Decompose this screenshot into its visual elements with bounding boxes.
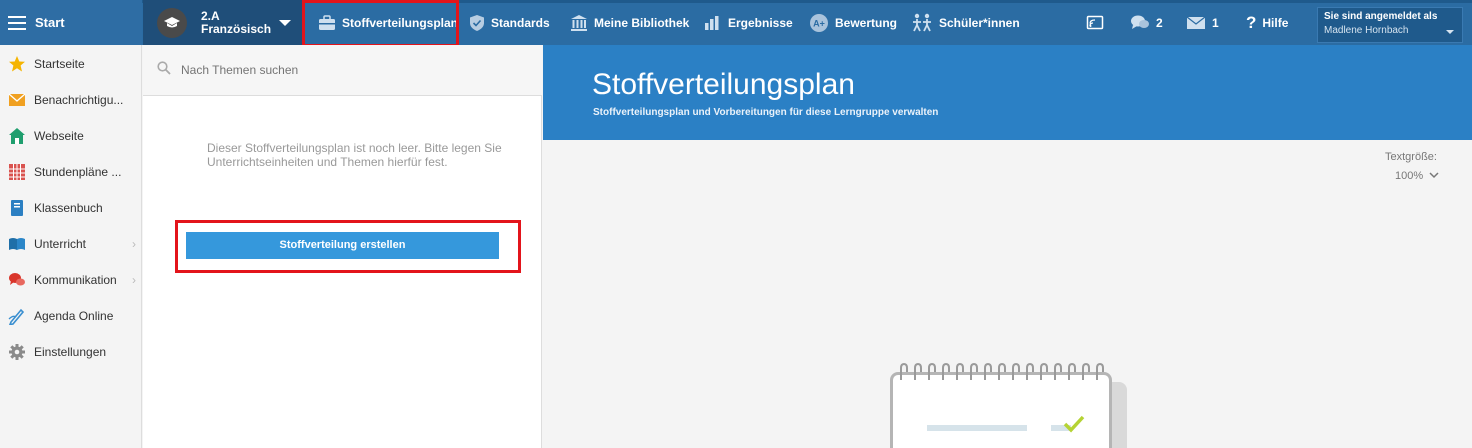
class-group-subject: Französisch bbox=[201, 21, 272, 36]
nav-schueler-innen[interactable]: Schüler*innen bbox=[911, 0, 1020, 45]
sidebar-item-klassenbuch[interactable]: Klassenbuch bbox=[0, 190, 142, 226]
sidebar-item-startseite[interactable]: Startseite bbox=[0, 46, 142, 82]
checkmark-icon bbox=[1063, 415, 1085, 433]
messages-count: 2 bbox=[1156, 15, 1163, 30]
nav-standards[interactable]: Standards bbox=[469, 0, 550, 45]
chevron-down-icon bbox=[279, 20, 291, 26]
nav-meine-bibliothek[interactable]: Meine Bibliothek bbox=[570, 0, 689, 45]
sidebar-item-label: Stundenpläne ... bbox=[34, 165, 122, 179]
pen-icon bbox=[8, 307, 26, 325]
start-label: Start bbox=[35, 15, 65, 30]
svg-text:A+: A+ bbox=[813, 18, 825, 28]
topic-search-bar bbox=[143, 45, 542, 96]
notepad-line bbox=[927, 425, 1027, 431]
hamburger-icon bbox=[8, 15, 26, 30]
sidebar-item-label: Agenda Online bbox=[34, 309, 114, 323]
sidebar: Startseite Benachrichtigu... Webseite St… bbox=[0, 45, 142, 448]
page-title: Stoffverteilungsplan bbox=[592, 68, 855, 101]
sidebar-item-label: Startseite bbox=[34, 57, 85, 71]
students-icon bbox=[911, 13, 933, 33]
home-icon bbox=[8, 127, 26, 145]
open-book-icon bbox=[8, 235, 26, 253]
nav-label: Meine Bibliothek bbox=[594, 15, 690, 30]
user-name: Madlene Hornbach bbox=[1324, 25, 1409, 36]
chevron-down-icon bbox=[1429, 170, 1439, 182]
library-icon bbox=[570, 14, 588, 32]
sidebar-item-label: Benachrichtigu... bbox=[34, 93, 124, 107]
sidebar-item-einstellungen[interactable]: Einstellungen bbox=[0, 334, 142, 370]
messages-button[interactable]: 2 bbox=[1130, 0, 1163, 45]
chevron-right-icon: › bbox=[132, 237, 136, 251]
nav-label: Ergebnisse bbox=[728, 15, 793, 30]
cast-icon bbox=[1086, 15, 1104, 31]
class-group-name: 2.A bbox=[201, 8, 220, 23]
top-navigation-bar: Start 2.A Französisch Stoffverteilungspl… bbox=[0, 0, 1472, 45]
user-account-dropdown[interactable]: Sie sind angemeldet als Madlene Hornbach bbox=[1317, 7, 1463, 43]
sidebar-item-label: Einstellungen bbox=[34, 345, 107, 359]
nav-ergebnisse[interactable]: Ergebnisse bbox=[704, 0, 793, 45]
help-button[interactable]: ? Hilfe bbox=[1246, 0, 1288, 45]
chat-bubbles-icon bbox=[1130, 14, 1150, 32]
page-subtitle: Stoffverteilungsplan und Vorbereitungen … bbox=[593, 107, 939, 118]
sidebar-item-label: Kommunikation bbox=[34, 273, 117, 287]
sidebar-item-webseite[interactable]: Webseite bbox=[0, 118, 142, 154]
envelope-icon bbox=[8, 91, 26, 109]
search-icon bbox=[157, 60, 171, 80]
nav-label: Schüler*innen bbox=[939, 15, 1020, 30]
highlight-frame-create-button bbox=[175, 220, 521, 273]
sidebar-item-stundenplaene[interactable]: Stundenpläne ... bbox=[0, 154, 142, 190]
class-group-selector[interactable]: 2.A Französisch bbox=[143, 0, 303, 45]
book-icon bbox=[8, 199, 26, 217]
graduation-cap-icon bbox=[157, 7, 187, 38]
highlight-frame-nav bbox=[302, 0, 459, 47]
text-size-label: Textgröße: bbox=[1385, 151, 1437, 163]
bar-chart-icon bbox=[704, 15, 722, 31]
help-label: Hilfe bbox=[1262, 15, 1289, 30]
shield-icon bbox=[469, 14, 485, 32]
nav-label: Bewertung bbox=[835, 15, 898, 30]
logged-in-as-label: Sie sind angemeldet als bbox=[1324, 11, 1438, 22]
chevron-down-icon bbox=[1446, 30, 1454, 34]
notepad-illustration bbox=[890, 372, 1112, 448]
topic-search-input[interactable] bbox=[181, 63, 511, 77]
chevron-right-icon: › bbox=[132, 273, 136, 287]
chat-icon bbox=[8, 271, 26, 289]
screen-cast-button[interactable] bbox=[1086, 0, 1110, 45]
sidebar-item-unterricht[interactable]: Unterricht › bbox=[0, 226, 142, 262]
sidebar-item-kommunikation[interactable]: Kommunikation › bbox=[0, 262, 142, 298]
sidebar-item-benachrichtigungen[interactable]: Benachrichtigu... bbox=[0, 82, 142, 118]
nav-label: Standards bbox=[491, 15, 550, 30]
calendar-grid-icon bbox=[8, 163, 26, 181]
gear-icon bbox=[8, 343, 26, 361]
question-mark-icon: ? bbox=[1246, 12, 1257, 32]
mail-button[interactable]: 1 bbox=[1186, 0, 1219, 45]
spiral-binding-icon bbox=[900, 362, 1104, 380]
star-icon bbox=[8, 55, 26, 73]
empty-plan-message: Dieser Stoffverteilungsplan ist noch lee… bbox=[207, 141, 502, 169]
text-size-select[interactable]: 100% bbox=[1395, 170, 1439, 182]
sidebar-item-agenda-online[interactable]: Agenda Online bbox=[0, 298, 142, 334]
sidebar-item-label: Unterricht bbox=[34, 237, 87, 251]
text-size-value: 100% bbox=[1395, 170, 1424, 182]
sidebar-item-label: Webseite bbox=[34, 129, 84, 143]
mail-count: 1 bbox=[1212, 15, 1219, 30]
start-menu-button[interactable]: Start bbox=[0, 0, 142, 45]
envelope-icon bbox=[1186, 16, 1206, 30]
nav-bewertung[interactable]: A+ Bewertung bbox=[809, 0, 897, 45]
grading-icon: A+ bbox=[809, 13, 829, 33]
page-header-banner: Stoffverteilungsplan Stoffverteilungspla… bbox=[543, 45, 1472, 140]
sidebar-item-label: Klassenbuch bbox=[34, 201, 103, 215]
